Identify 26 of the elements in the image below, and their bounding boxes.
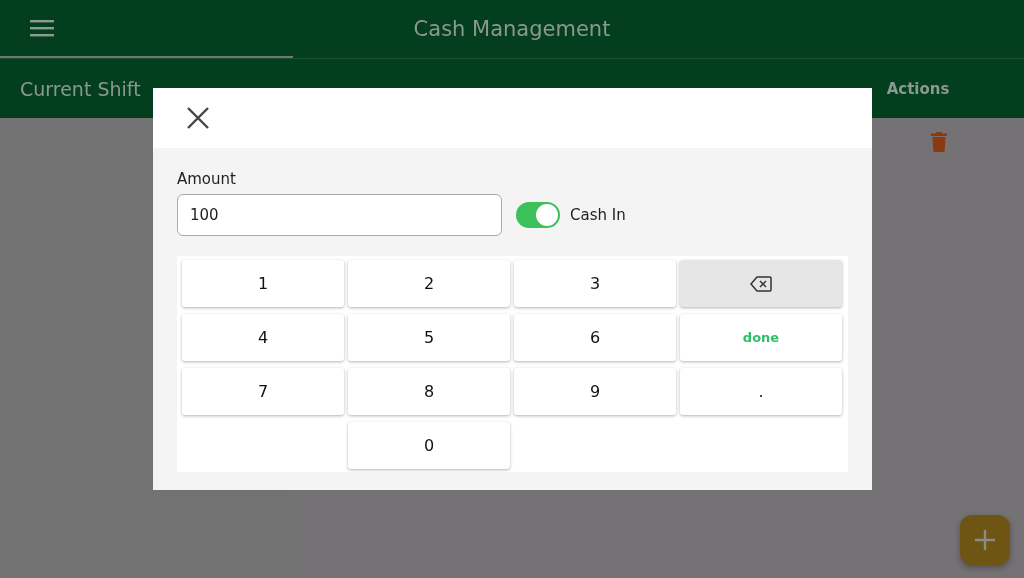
keypad-key[interactable]: 0 [348, 422, 510, 469]
add-button[interactable] [960, 515, 1010, 565]
amount-field[interactable]: 100 [177, 194, 502, 236]
menu-button[interactable] [30, 19, 54, 37]
keypad-key[interactable]: 5 [348, 314, 510, 361]
backspace-key[interactable] [680, 260, 842, 307]
keypad-key[interactable]: 3 [514, 260, 676, 307]
app-title: Cash Management [413, 17, 611, 41]
keypad-key[interactable]: 4 [182, 314, 344, 361]
keypad-key[interactable]: 1 [182, 260, 344, 307]
trash-icon[interactable] [931, 132, 947, 152]
keypad-key[interactable]: 8 [348, 368, 510, 415]
close-icon[interactable] [187, 107, 209, 129]
column-header: Actions [886, 79, 950, 98]
keypad-key[interactable]: . [680, 368, 842, 415]
keypad-key[interactable]: 7 [182, 368, 344, 415]
cash-in-toggle[interactable] [516, 202, 560, 228]
keypad-key[interactable]: 9 [514, 368, 676, 415]
plus-icon [975, 530, 995, 550]
amount-label: Amount [177, 170, 237, 188]
backspace-icon [750, 275, 772, 292]
cash-in-label: Cash In [570, 206, 626, 224]
menu-icon [30, 19, 54, 37]
sidebar-title: Current Shift [20, 77, 141, 100]
keypad-key[interactable]: 6 [514, 314, 676, 361]
keypad-key[interactable]: 2 [348, 260, 510, 307]
